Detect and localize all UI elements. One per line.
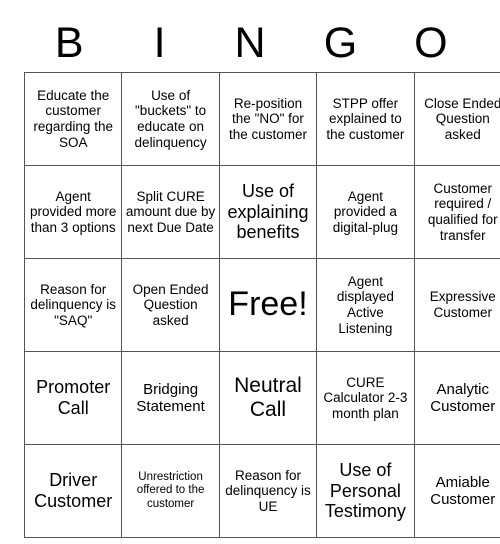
bingo-card: B I N G O Educate the customer regarding… — [23, 14, 500, 538]
bingo-cell[interactable]: Use of explaining benefits — [218, 165, 318, 259]
bingo-cell-label: Agent displayed Active Listening — [336, 273, 394, 336]
bingo-cell-label: Customer required / qualified for transf… — [427, 180, 498, 243]
bingo-cell-label: Open Ended Question asked — [132, 281, 209, 328]
bingo-cell-label: Unrestriction offered to the customer — [136, 471, 205, 510]
bingo-cell[interactable]: Neutral Call — [218, 351, 318, 445]
bingo-cell[interactable]: Promoter Call — [23, 351, 123, 445]
bingo-cell-label: Use of Personal Testimony — [324, 459, 406, 522]
bingo-cell-label: Driver Customer — [34, 470, 113, 511]
bingo-cell[interactable]: Reason for delinquency is UE — [218, 444, 318, 538]
bingo-cell-label: CURE Calculator 2-3 month plan — [323, 374, 408, 421]
bingo-cell-label: Use of "buckets" to educate on delinquen… — [134, 87, 207, 150]
bingo-row: Reason for delinquency is "SAQ" Open End… — [23, 258, 500, 352]
bingo-cell-label: Agent provided a digital-plug — [332, 188, 399, 235]
bingo-free-label: Free! — [228, 285, 308, 324]
bingo-cell-label: STPP offer explained to the customer — [326, 95, 405, 142]
bingo-cell-label: Promoter Call — [36, 377, 111, 418]
bingo-row: Promoter Call Bridging Statement Neutral… — [23, 351, 500, 445]
bingo-cell-label: Close Ended Question asked — [424, 95, 500, 142]
bingo-cell-label: Use of explaining benefits — [227, 180, 309, 243]
bingo-row: Driver Customer Unrestriction offered to… — [23, 444, 500, 538]
bingo-cell[interactable]: Driver Customer — [23, 444, 123, 538]
bingo-header-letter-i: I — [153, 18, 166, 67]
bingo-cell[interactable]: Unrestriction offered to the customer — [121, 444, 220, 538]
bingo-cell-label: Amiable Customer — [430, 473, 496, 508]
bingo-cell[interactable]: Agent provided more than 3 options — [23, 165, 123, 259]
bingo-cell[interactable]: Use of "buckets" to educate on delinquen… — [121, 72, 220, 166]
bingo-cell[interactable]: Agent provided a digital-plug — [316, 165, 415, 259]
bingo-cell-label: Re-position the "NO" for the customer — [228, 95, 307, 142]
bingo-header-letter-g: G — [323, 18, 358, 67]
bingo-cell[interactable]: Re-position the "NO" for the customer — [218, 72, 318, 166]
bingo-cell-label: Reason for delinquency is UE — [225, 467, 311, 514]
bingo-header-row: B I N G O — [24, 14, 476, 72]
bingo-cell-label: Agent provided more than 3 options — [30, 188, 117, 235]
bingo-cell-label: Neutral Call — [234, 373, 302, 421]
bingo-grid: Educate the customer regarding the SOA U… — [23, 72, 500, 538]
bingo-row: Agent provided more than 3 options Split… — [23, 165, 500, 259]
bingo-header-letter-b: B — [54, 18, 84, 67]
bingo-cell[interactable]: Reason for delinquency is "SAQ" — [23, 258, 123, 352]
bingo-cell-free[interactable]: Free! — [218, 258, 318, 352]
bingo-cell[interactable]: CURE Calculator 2-3 month plan — [316, 351, 415, 445]
bingo-header-letter-n: N — [234, 18, 266, 67]
bingo-cell-label: Split CURE amount due by next Due Date — [125, 188, 216, 235]
bingo-cell[interactable]: Customer required / qualified for transf… — [413, 165, 500, 259]
bingo-cell-label: Reason for delinquency is "SAQ" — [30, 281, 116, 328]
bingo-cell[interactable]: Use of Personal Testimony — [316, 444, 415, 538]
bingo-cell[interactable]: Amiable Customer — [413, 444, 500, 538]
bingo-cell[interactable]: Analytic Customer — [413, 351, 500, 445]
bingo-cell[interactable]: STPP offer explained to the customer — [316, 72, 415, 166]
bingo-cell-label: Bridging Statement — [136, 380, 205, 415]
bingo-cell-label: Educate the customer regarding the SOA — [33, 87, 113, 150]
bingo-cell[interactable]: Split CURE amount due by next Due Date — [121, 165, 220, 259]
bingo-cell[interactable]: Agent displayed Active Listening — [316, 258, 415, 352]
bingo-cell[interactable]: Bridging Statement — [121, 351, 220, 445]
bingo-cell[interactable]: Close Ended Question asked — [413, 72, 500, 166]
bingo-cell[interactable]: Open Ended Question asked — [121, 258, 220, 352]
bingo-cell[interactable]: Expressive Customer — [413, 258, 500, 352]
bingo-cell-label: Expressive Customer — [429, 289, 496, 320]
bingo-cell-label: Analytic Customer — [430, 380, 496, 415]
bingo-cell[interactable]: Educate the customer regarding the SOA — [23, 72, 123, 166]
bingo-header-letter-o: O — [414, 18, 448, 67]
bingo-row: Educate the customer regarding the SOA U… — [23, 72, 500, 166]
